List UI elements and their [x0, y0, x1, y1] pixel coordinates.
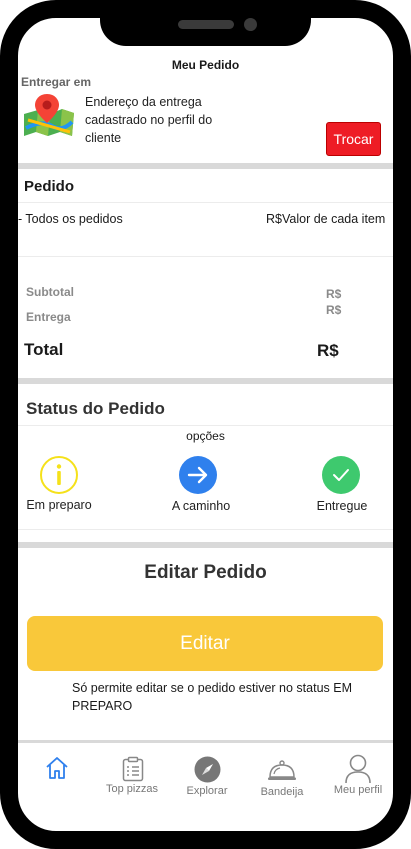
clipboard-icon[interactable]: [121, 756, 145, 782]
edit-title: Editar Pedido: [144, 562, 267, 583]
order-items-value: R$Valor de cada item: [266, 212, 386, 226]
home-icon[interactable]: [44, 755, 70, 781]
status-step-label: Em preparo: [26, 498, 92, 512]
deliver-label: Entregar em: [21, 75, 92, 89]
delivery-fee-label: Entrega: [26, 310, 71, 324]
change-address-button[interactable]: Trocar: [326, 122, 381, 156]
order-title: Pedido: [24, 178, 75, 195]
edit-order-button[interactable]: Editar: [27, 616, 383, 671]
section-divider: [18, 542, 393, 548]
delivery-address: Endereço da entrega cadastrado no perfil…: [85, 95, 213, 145]
divider: [18, 529, 393, 530]
section-divider: [18, 163, 393, 169]
nav-explore-label[interactable]: Explorar: [174, 785, 240, 797]
status-options-label: opções: [186, 429, 225, 443]
cloche-icon[interactable]: [267, 760, 297, 782]
divider: [18, 202, 393, 203]
nav-profile-label[interactable]: Meu perfil: [326, 784, 390, 796]
divider: [18, 256, 393, 257]
divider: [18, 425, 393, 426]
edit-note: Só permite editar se o pedido estiver no…: [72, 681, 353, 713]
subtotal-value: R$: [326, 287, 342, 301]
order-items-label: - Todos os pedidos: [18, 212, 123, 226]
speaker: [178, 20, 234, 29]
page-title: Meu Pedido: [171, 58, 240, 72]
total-label: Total: [24, 340, 64, 359]
status-title: Status do Pedido: [26, 399, 165, 418]
map-pin-icon: [22, 92, 76, 138]
status-step-label: Entregue: [316, 499, 368, 513]
front-camera: [244, 18, 257, 31]
arrow-right-icon[interactable]: [178, 455, 218, 495]
nav-tray-label[interactable]: Bandeija: [250, 786, 314, 798]
section-divider: [18, 378, 393, 384]
nav-divider: [18, 740, 393, 743]
status-step-label: A caminho: [171, 499, 231, 513]
nav-top-pizzas-label[interactable]: Top pizzas: [98, 783, 166, 795]
total-value: R$: [317, 341, 339, 360]
check-icon[interactable]: [321, 455, 361, 495]
subtotal-label: Subtotal: [26, 285, 74, 299]
delivery-fee-value: R$: [326, 303, 342, 317]
user-icon[interactable]: [344, 754, 372, 784]
compass-icon[interactable]: [194, 756, 221, 783]
info-icon[interactable]: [39, 455, 79, 495]
